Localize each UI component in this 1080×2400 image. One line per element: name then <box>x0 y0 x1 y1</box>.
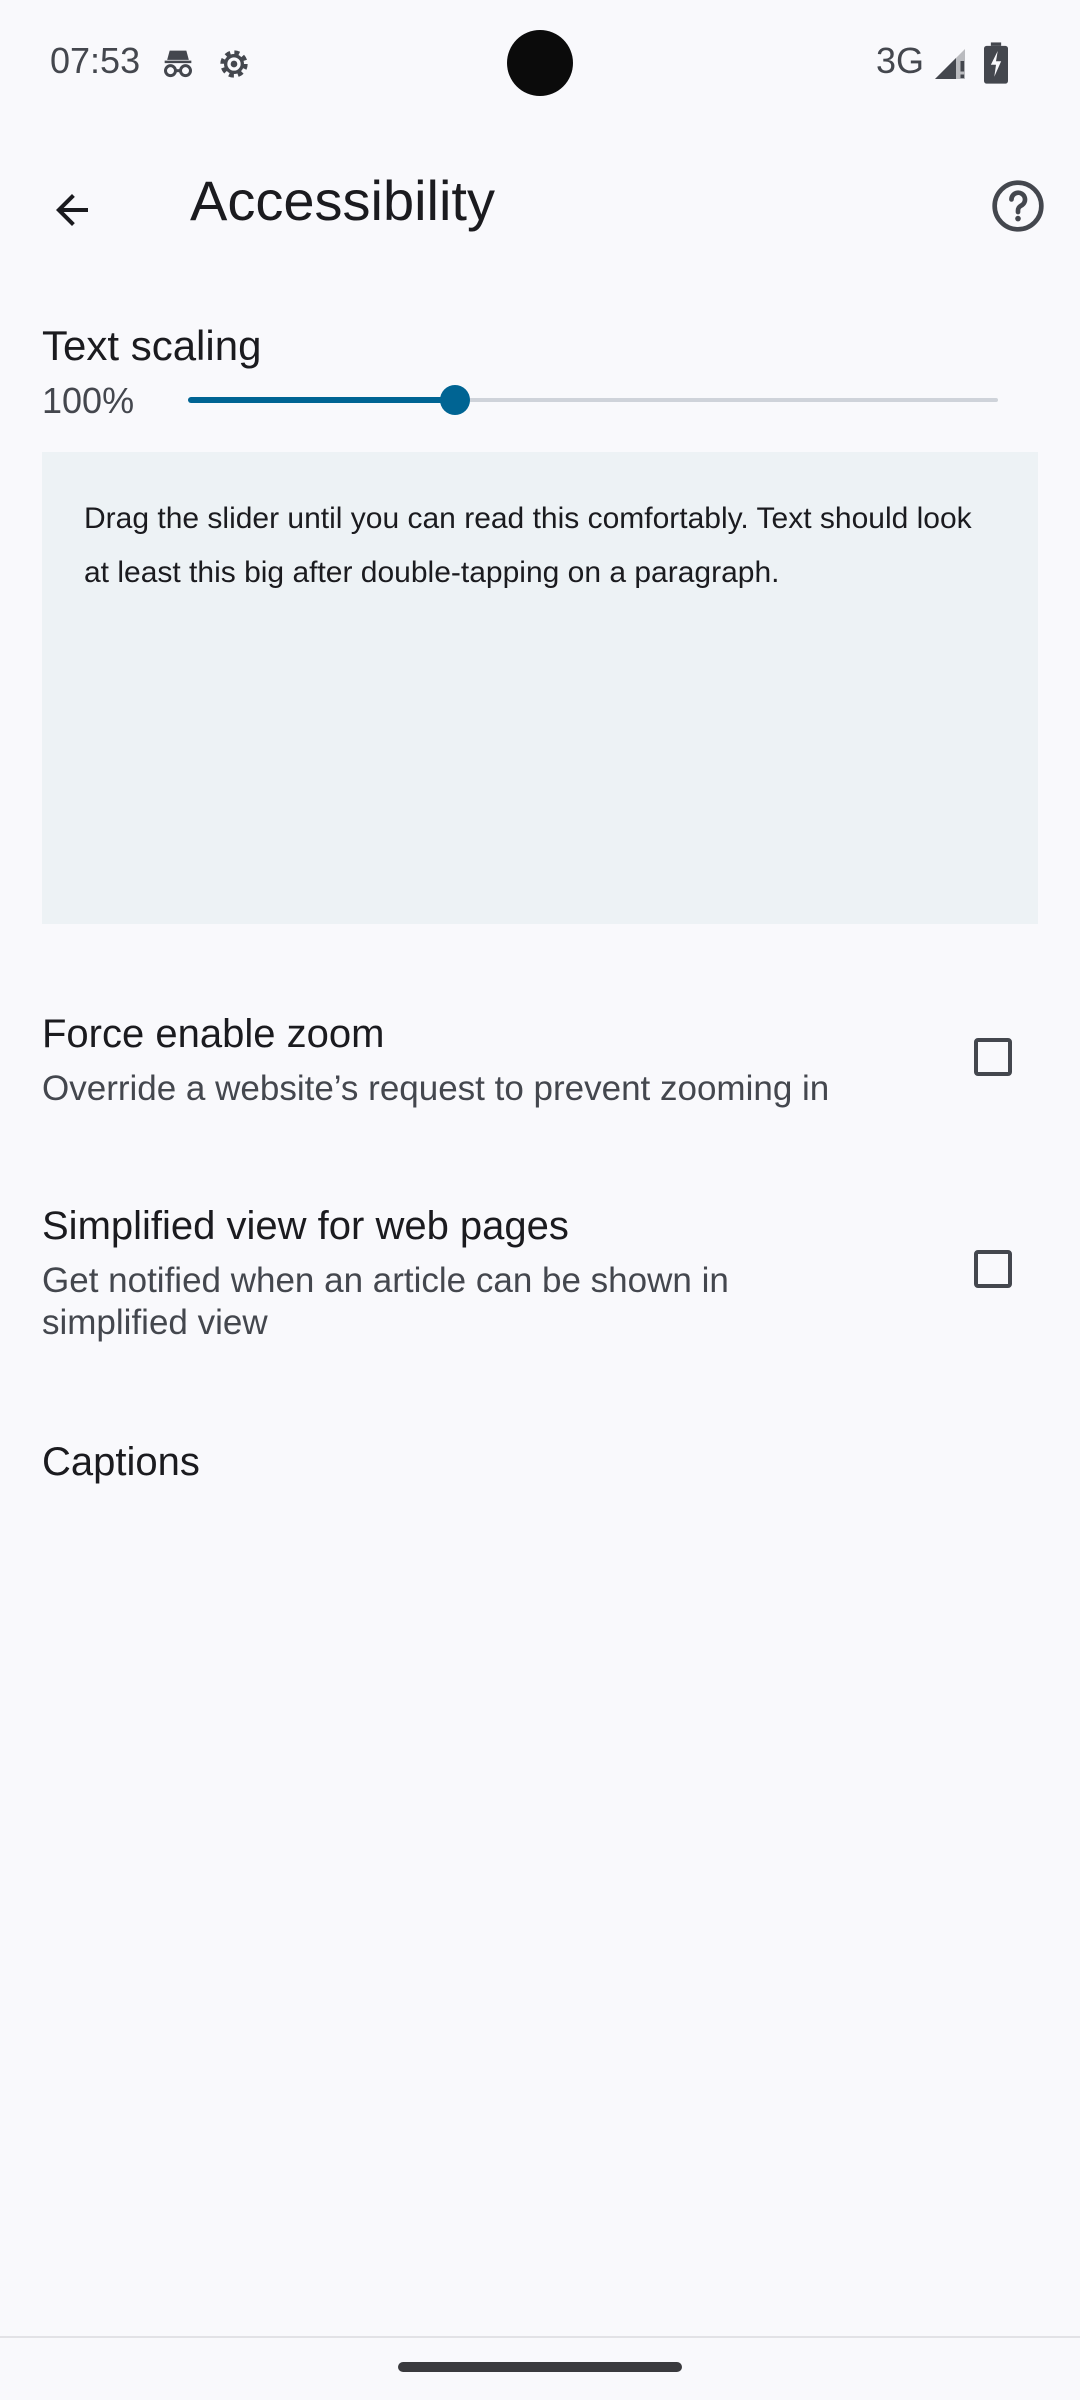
setting-summary: Get notified when an article can be show… <box>42 1261 729 1342</box>
text-scaling-value: 100% <box>42 380 135 421</box>
setting-title: Simplified view for web pages <box>42 1204 569 1248</box>
app-bar: Accessibility <box>0 130 1080 270</box>
incognito-icon <box>164 50 192 78</box>
setting-simplified-view[interactable]: Simplified view for web pages Get notifi… <box>0 1202 1080 1362</box>
settings-gear-icon <box>220 50 248 78</box>
setting-summary: Override a website’s request to prevent … <box>42 1069 830 1108</box>
battery-charging-icon <box>984 42 1008 84</box>
help-circle-icon <box>992 180 1044 232</box>
signal-icon <box>935 49 965 79</box>
text-scaling-slider[interactable] <box>188 380 998 420</box>
slider-track-active <box>188 397 455 403</box>
captions-item[interactable]: Captions <box>42 1440 200 1485</box>
back-button[interactable] <box>32 170 112 250</box>
status-time: 07:53 <box>50 40 141 81</box>
text-preview: Drag the slider until you can read this … <box>84 502 972 589</box>
help-button[interactable] <box>978 166 1058 246</box>
setting-force-enable-zoom[interactable]: Force enable zoom Override a website’s r… <box>0 1010 1080 1130</box>
camera-cutout <box>507 30 573 96</box>
nav-bar-divider <box>0 2336 1080 2338</box>
setting-title: Force enable zoom <box>42 1012 385 1056</box>
status-bar: 07:53 3G <box>0 0 1080 130</box>
home-gesture-handle[interactable] <box>398 2362 682 2372</box>
network-type: 3G <box>876 40 925 81</box>
force-enable-zoom-checkbox[interactable] <box>974 1038 1012 1076</box>
page-title: Accessibility <box>190 169 495 232</box>
text-preview-box: Drag the slider until you can read this … <box>42 452 1038 924</box>
text-scaling-title: Text scaling <box>42 322 262 369</box>
simplified-view-checkbox[interactable] <box>974 1250 1012 1288</box>
arrow-back-icon <box>56 194 88 226</box>
slider-thumb[interactable] <box>440 385 470 415</box>
